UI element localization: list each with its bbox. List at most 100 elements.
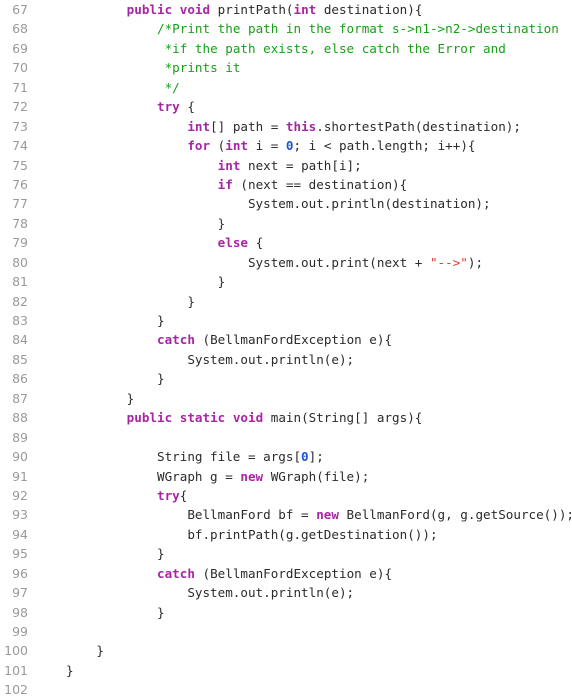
code-line[interactable]: 74 for (int i = 0; i < path.length; i++)… [0, 136, 572, 155]
code-line[interactable]: 71 */ [0, 78, 572, 97]
code-line[interactable]: 79 else { [0, 233, 572, 252]
code-line-content[interactable]: public static void main(String[] args){ [28, 408, 572, 427]
code-line-content[interactable]: BellmanFord bf = new BellmanFord(g, g.ge… [28, 505, 572, 524]
code-line-content[interactable]: } [28, 544, 572, 563]
code-line[interactable]: 93 BellmanFord bf = new BellmanFord(g, g… [0, 505, 572, 524]
code-line-content[interactable]: catch (BellmanFordException e){ [28, 330, 572, 349]
line-number-value: 84 [12, 332, 28, 348]
code-line-content[interactable]: else { [28, 233, 572, 252]
code-line[interactable]: 100 } [0, 641, 572, 660]
line-number-value: 89 [12, 429, 28, 445]
code-line[interactable]: 97 System.out.println(e); [0, 583, 572, 602]
code-line[interactable]: 75 int next = path[i]; [0, 156, 572, 175]
line-number-value: 95 [12, 546, 28, 562]
code-line[interactable]: 70 *prints it [0, 58, 572, 77]
code-line[interactable]: 98 } [0, 603, 572, 622]
code-line-content[interactable]: try { [28, 97, 572, 116]
code-line-content[interactable]: System.out.println(destination); [28, 194, 572, 213]
code-line-content[interactable]: } [28, 272, 572, 291]
code-line[interactable]: 69 *if the path exists, else catch the E… [0, 39, 572, 58]
line-number-value: 98 [12, 604, 28, 620]
code-line[interactable]: 77 System.out.println(destination); [0, 194, 572, 213]
code-line[interactable]: 86 } [0, 369, 572, 388]
code-line-content[interactable]: } [28, 292, 572, 311]
code-line[interactable]: 85 System.out.println(e); [0, 350, 572, 369]
code-line[interactable]: 81 } [0, 272, 572, 291]
code-line[interactable]: 82 } [0, 292, 572, 311]
code-token-kw: catch [157, 565, 195, 581]
code-token-pln [66, 410, 127, 425]
code-line-content[interactable]: } [28, 603, 572, 622]
code-line[interactable]: 84 catch (BellmanFordException e){ [0, 330, 572, 349]
code-token-pln: ; i < path.length; i++){ [293, 138, 476, 154]
code-line-content[interactable]: public void printPath(int destination){ [28, 0, 572, 19]
code-line[interactable]: 102 [0, 680, 572, 699]
code-token-pln: System.out.print(next + [66, 254, 430, 270]
code-token-kw: for [187, 138, 211, 154]
code-line[interactable]: 95 } [0, 544, 572, 563]
code-line[interactable]: 88 public static void main(String[] args… [0, 408, 572, 427]
code-line-content[interactable]: WGraph g = new WGraph(file); [28, 467, 572, 486]
code-line[interactable]: 68 /*Print the path in the format s->n1-… [0, 19, 572, 38]
code-token-pln [66, 60, 165, 75]
code-line[interactable]: 90 String file = args[0]; [0, 447, 572, 466]
code-line-content[interactable]: *prints it [28, 58, 572, 77]
code-line[interactable]: 89 [0, 428, 572, 447]
code-line-content[interactable]: System.out.print(next + "-->"); [28, 253, 572, 272]
line-number-value: 96 [12, 565, 28, 581]
code-line-content[interactable]: catch (BellmanFordException e){ [28, 564, 572, 583]
code-line-content[interactable]: /*Print the path in the format s->n1->n2… [28, 19, 572, 38]
code-line[interactable]: 99 [0, 622, 572, 641]
code-line-content[interactable]: try{ [28, 486, 572, 505]
code-token-pln: i = [248, 138, 286, 154]
code-line-content[interactable]: } [28, 641, 572, 660]
code-line[interactable]: 94 bf.printPath(g.getDestination()); [0, 525, 572, 544]
line-number-value: 88 [12, 410, 28, 426]
code-line-content[interactable]: *if the path exists, else catch the Erro… [28, 39, 572, 58]
code-token-pln: BellmanFord(g, g.getSource()); [338, 507, 572, 523]
code-line[interactable]: 91 WGraph g = new WGraph(file); [0, 467, 572, 486]
code-line[interactable]: 96 catch (BellmanFordException e){ [0, 564, 572, 583]
line-number: 101 [0, 661, 28, 680]
code-line[interactable]: 72 try { [0, 97, 572, 116]
line-number-value: 87 [12, 390, 28, 406]
code-line-content[interactable]: } [28, 311, 572, 330]
code-line-content[interactable]: System.out.println(e); [28, 350, 572, 369]
code-line[interactable]: 67 public void printPath(int destination… [0, 0, 572, 19]
code-line[interactable]: 78 } [0, 214, 572, 233]
code-line-content[interactable]: */ [28, 78, 572, 97]
code-line[interactable]: 80 System.out.print(next + "-->"); [0, 253, 572, 272]
code-token-pln: System.out.println(e); [66, 351, 355, 367]
code-line-content[interactable]: if (next == destination){ [28, 175, 572, 194]
code-line-content[interactable]: String file = args[0]; [28, 447, 572, 466]
code-line[interactable]: 101} [0, 661, 572, 680]
code-line[interactable]: 73 int[] path = this.shortestPath(destin… [0, 117, 572, 136]
code-token-pln [66, 2, 127, 17]
code-token-pln: next = path[i]; [240, 157, 362, 173]
code-line-content[interactable]: for (int i = 0; i < path.length; i++){ [28, 136, 572, 155]
code-line[interactable]: 92 try{ [0, 486, 572, 505]
code-line-content[interactable]: System.out.println(e); [28, 583, 572, 602]
code-line-content[interactable]: } [28, 661, 572, 680]
code-line-content[interactable]: int next = path[i]; [28, 156, 572, 175]
code-token-pln: } [66, 662, 74, 678]
code-line-content[interactable]: } [28, 369, 572, 388]
line-number-value: 82 [12, 293, 28, 309]
line-number-value: 94 [12, 526, 28, 542]
code-token-pln: [] path = [210, 118, 286, 134]
code-line-content[interactable]: } [28, 389, 572, 408]
code-token-pln [66, 158, 218, 173]
code-token-pln: { [179, 487, 188, 503]
code-line[interactable]: 83 } [0, 311, 572, 330]
code-line-content[interactable]: } [28, 214, 572, 233]
line-number-value: 85 [12, 351, 28, 367]
code-viewer[interactable]: 67 public void printPath(int destination… [0, 0, 572, 700]
code-line[interactable]: 87 } [0, 389, 572, 408]
line-number-value: 90 [12, 449, 28, 465]
code-line-content[interactable]: int[] path = this.shortestPath(destinati… [28, 117, 572, 136]
code-line-content[interactable]: bf.printPath(g.getDestination()); [28, 525, 572, 544]
line-number-value: 80 [12, 254, 28, 270]
code-token-com: *if the path exists, else catch the Erro… [164, 40, 506, 56]
code-token-pln [66, 566, 157, 581]
code-line[interactable]: 76 if (next == destination){ [0, 175, 572, 194]
